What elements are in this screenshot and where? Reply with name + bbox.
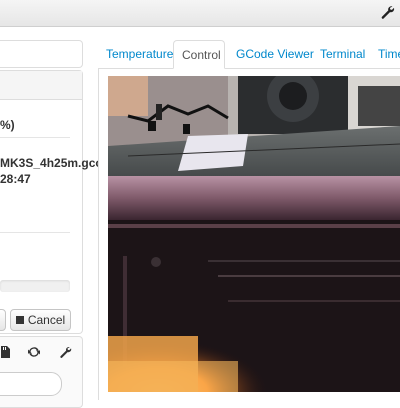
sd-card-icon[interactable]	[0, 345, 12, 359]
stop-icon	[15, 316, 24, 324]
wrench-icon[interactable]	[58, 345, 72, 359]
cancel-label: Cancel	[27, 313, 66, 327]
connection-panel	[0, 40, 83, 68]
cancel-button[interactable]: Cancel	[10, 309, 71, 331]
state-panel-header	[0, 71, 82, 100]
tab-bar: Temperature Control GCode Viewer Termina…	[98, 40, 400, 69]
refresh-icon[interactable]	[27, 345, 41, 359]
tab-gcode-viewer[interactable]: GCode Viewer	[236, 40, 314, 68]
wrench-icon[interactable]	[379, 4, 395, 20]
tab-control[interactable]: Control	[173, 40, 225, 69]
webcam-stream	[108, 76, 400, 392]
file-search-input[interactable]	[0, 372, 62, 396]
print-progress-percent: %)	[0, 118, 15, 132]
pause-button[interactable]	[0, 309, 6, 331]
webcam-image	[108, 76, 400, 392]
tab-temperature[interactable]: Temperature	[106, 40, 173, 68]
top-navbar	[0, 0, 400, 27]
progress-bar	[0, 280, 70, 292]
print-time: 28:47	[0, 172, 31, 186]
tab-terminal[interactable]: Terminal	[320, 40, 365, 68]
file-name: MK3S_4h25m.gco	[0, 156, 103, 170]
divider	[0, 137, 70, 138]
tab-timelapse[interactable]: Time	[378, 40, 400, 68]
state-panel	[0, 70, 83, 334]
divider	[0, 232, 70, 233]
